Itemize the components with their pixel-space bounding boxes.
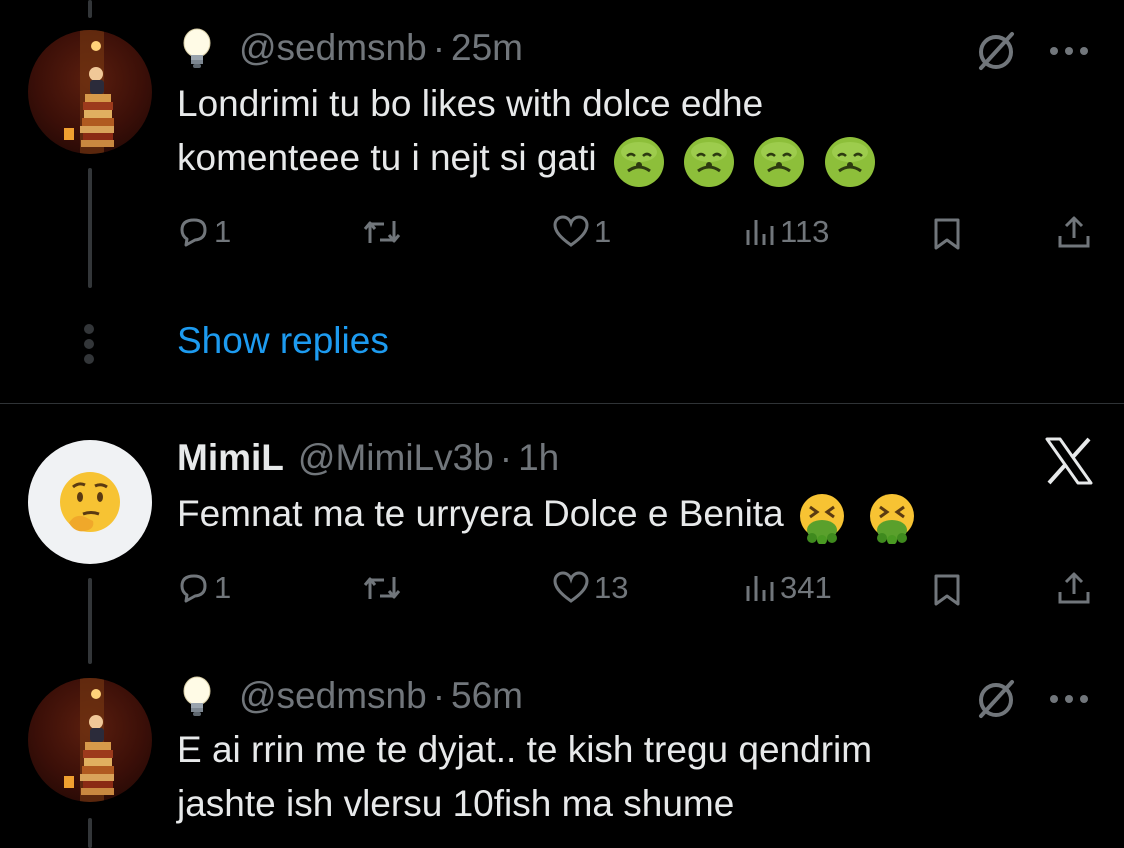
emoji-row: [796, 488, 926, 545]
tweet-handle[interactable]: @sedmsnb: [239, 27, 427, 69]
tweet-handle[interactable]: @MimiLv3b: [298, 437, 494, 479]
author-display-name[interactable]: MimiL: [177, 437, 284, 479]
repost-icon: [363, 577, 401, 599]
tweet-text-line: Londrimi tu bo likes with dolce edhe: [177, 83, 764, 124]
share-button[interactable]: [1056, 568, 1092, 608]
thread-line-1: [88, 168, 92, 288]
tweet-header: @sedmsnb · 56m: [177, 674, 523, 718]
reply-count: 1: [214, 570, 232, 605]
views-button[interactable]: 341: [744, 568, 832, 608]
tweet-time[interactable]: 56m: [451, 675, 523, 717]
bookmark-icon: [934, 574, 960, 606]
views-button[interactable]: 113: [744, 212, 829, 252]
separator-dot: ·: [432, 27, 446, 68]
tweet-text-line: komenteee tu i nejt si gati: [177, 137, 597, 178]
nauseated-face-emoji: [754, 137, 805, 188]
heart-icon: [553, 215, 589, 247]
more-dots-icon[interactable]: [1048, 44, 1092, 56]
bookmark-button[interactable]: [932, 214, 962, 254]
tweet-text-line: E ai rrin me te dyjat.. te kish tregu qe…: [177, 729, 873, 770]
books-avatar-illustration: [64, 678, 114, 802]
tweet-handle[interactable]: @sedmsnb: [239, 675, 427, 717]
views-count: 113: [780, 214, 830, 249]
thread-line-3: [88, 818, 92, 848]
tweet-text-line: jashte ish vlersu 10fish ma shume: [177, 783, 735, 824]
tweet-time[interactable]: 25m: [451, 27, 523, 69]
show-replies-link[interactable]: Show replies: [177, 320, 389, 362]
thread-collapse-dots[interactable]: [82, 324, 98, 364]
nauseated-face-emoji: [684, 137, 735, 188]
tweet-text-line: Femnat ma te urryera Dolce e Benita: [177, 493, 784, 534]
reply-icon: [180, 218, 207, 247]
tweet-text-line-with-emoji: komenteee tu i nejt si gati: [177, 130, 884, 188]
tweet-text-line-with-emoji: Femnat ma te urryera Dolce e Benita: [177, 486, 926, 545]
reply-button[interactable]: 1: [176, 212, 231, 252]
thread-line-2: [88, 578, 92, 664]
thinking-face-emoji: [60, 472, 120, 532]
like-button[interactable]: 1: [552, 212, 611, 252]
reply-icon: [180, 574, 207, 603]
lightbulb-icon: [177, 674, 217, 718]
vomiting-face-emoji: [870, 494, 915, 545]
share-button[interactable]: [1056, 212, 1092, 252]
avatar-sedmsnb[interactable]: [28, 30, 152, 154]
lightbulb-icon: [177, 26, 217, 70]
tweet-header: MimiL @MimiLv3b · 1h: [177, 436, 559, 480]
bookmark-button[interactable]: [932, 570, 962, 610]
nauseated-face-emoji: [824, 137, 875, 188]
repost-icon: [363, 221, 401, 243]
tweet-time[interactable]: 1h: [518, 437, 559, 479]
reply-button[interactable]: 1: [176, 568, 231, 608]
divider: [0, 403, 1124, 404]
repost-button[interactable]: [362, 212, 402, 252]
x-logo-icon[interactable]: [1044, 436, 1094, 486]
like-count: 13: [594, 570, 629, 605]
emoji-row: [613, 132, 884, 188]
vomiting-face-emoji: [799, 494, 844, 545]
nauseated-face-emoji: [613, 137, 664, 188]
views-chart-icon: [746, 576, 774, 601]
muted-circle-icon[interactable]: [974, 28, 1018, 72]
share-icon: [1058, 572, 1090, 604]
separator-dot: ·: [432, 675, 446, 716]
reply-count: 1: [214, 214, 232, 249]
share-icon: [1058, 216, 1090, 248]
views-chart-icon: [746, 220, 774, 245]
views-count: 341: [780, 570, 832, 605]
avatar-sedmsnb[interactable]: [28, 678, 152, 802]
heart-icon: [553, 571, 589, 603]
like-count: 1: [594, 214, 612, 249]
books-avatar-illustration: [64, 30, 114, 154]
more-dots-icon[interactable]: [1048, 692, 1092, 704]
like-button[interactable]: 13: [552, 568, 628, 608]
repost-button[interactable]: [362, 568, 402, 608]
tweet-header: @sedmsnb · 25m: [177, 26, 523, 70]
bookmark-icon: [934, 218, 960, 250]
avatar-mimil[interactable]: [28, 440, 152, 564]
muted-circle-icon[interactable]: [974, 676, 1018, 720]
thread-line-top: [88, 0, 92, 18]
separator-dot: ·: [499, 437, 513, 478]
